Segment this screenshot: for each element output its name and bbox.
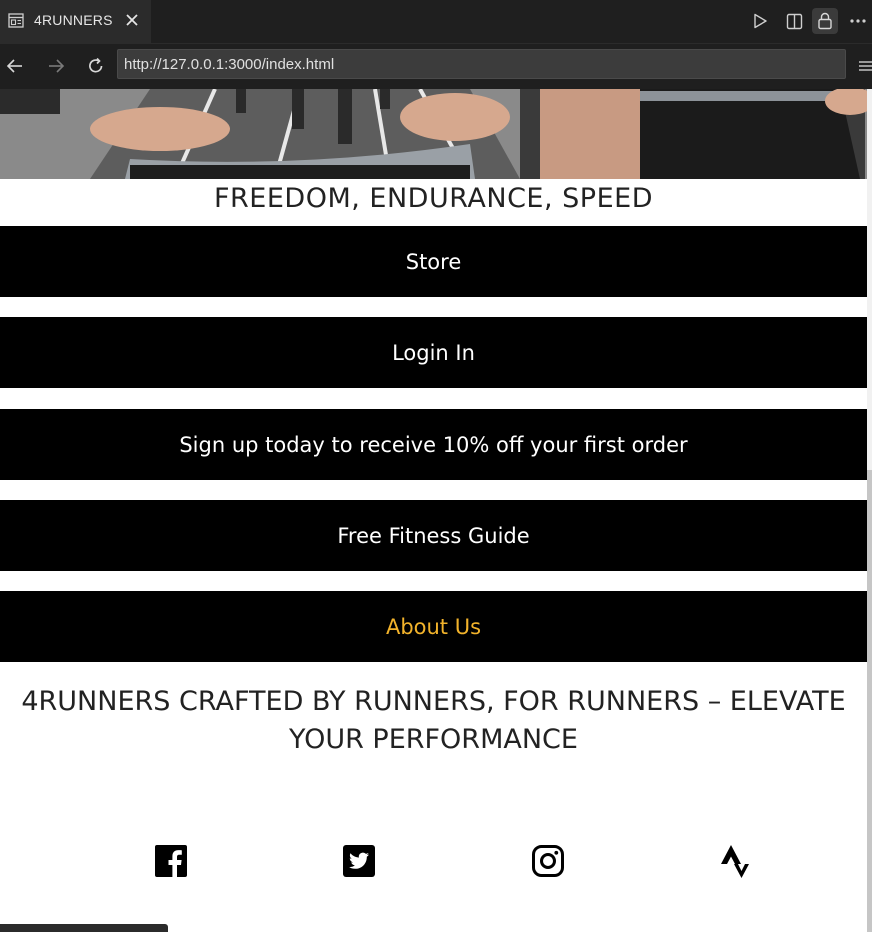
facebook-icon[interactable] (154, 844, 188, 878)
reload-icon[interactable] (84, 54, 108, 78)
mission-statement: 4RUNNERS CRAFTED BY RUNNERS, FOR RUNNERS… (21, 686, 846, 755)
more-icon[interactable] (847, 10, 869, 32)
run-icon[interactable] (749, 10, 771, 32)
nav-signup-button[interactable]: Sign up today to receive 10% off your fi… (0, 409, 867, 480)
close-icon[interactable] (124, 12, 140, 28)
tagline: FREEDOM, ENDURANCE, SPEED (214, 183, 653, 214)
nav-fitness-guide-button[interactable]: Free Fitness Guide (0, 500, 867, 571)
page-content: FREEDOM, ENDURANCE, SPEED Store Login In… (0, 89, 867, 932)
back-icon[interactable] (3, 54, 27, 78)
split-editor-icon[interactable] (783, 10, 805, 32)
tab-title: 4RUNNERS (34, 12, 113, 28)
status-strip (0, 924, 168, 932)
strava-icon[interactable] (718, 844, 752, 878)
lock-icon[interactable] (812, 8, 838, 34)
nav-store-button[interactable]: Store (0, 226, 867, 297)
forward-icon[interactable] (44, 54, 68, 78)
page-icon (8, 13, 24, 28)
menu-icon[interactable] (857, 56, 872, 76)
hero-image (0, 89, 867, 179)
tab-bar: 4RUNNERS (0, 0, 872, 43)
nav-about-us-button[interactable]: About Us (0, 591, 867, 662)
twitter-icon[interactable] (342, 844, 376, 878)
browser-tab[interactable]: 4RUNNERS (0, 0, 151, 43)
url-text: http://127.0.0.1:3000/index.html (124, 56, 335, 73)
nav-login-button[interactable]: Login In (0, 317, 867, 388)
url-bar[interactable]: http://127.0.0.1:3000/index.html (117, 49, 846, 79)
scrollbar-thumb[interactable] (867, 470, 872, 932)
instagram-icon[interactable] (531, 844, 565, 878)
navigation-bar: http://127.0.0.1:3000/index.html (0, 43, 872, 89)
